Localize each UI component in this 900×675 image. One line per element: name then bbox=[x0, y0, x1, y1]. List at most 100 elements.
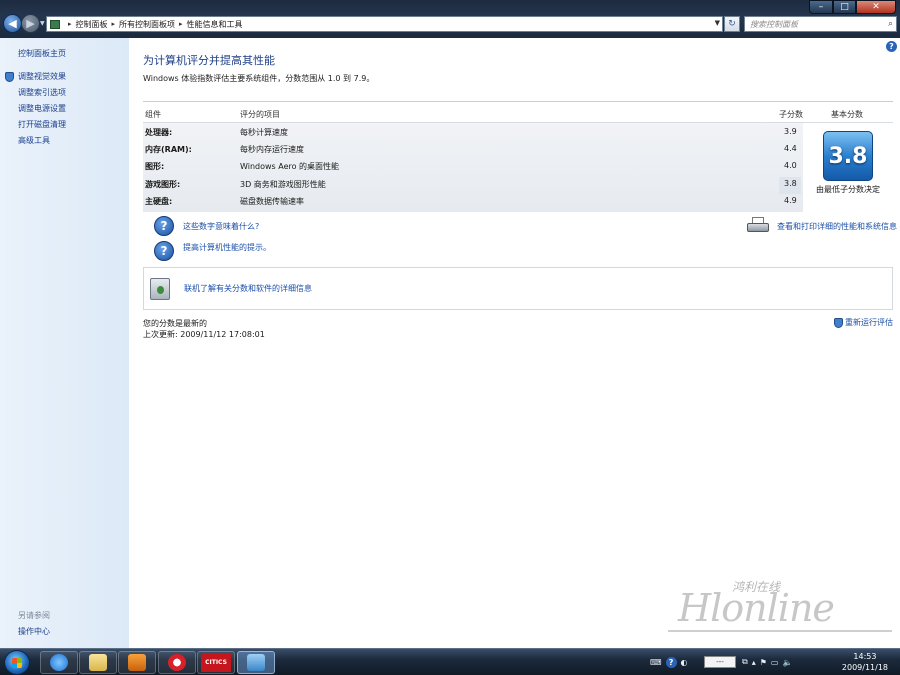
search-icon[interactable]: ⌕ bbox=[888, 19, 893, 29]
row-gaming-graphics-subscore: 3.8 bbox=[784, 179, 797, 188]
sidebar-item-disk-cleanup[interactable]: 打开磁盘清理 bbox=[18, 119, 66, 130]
breadcrumb-control-panel[interactable]: 控制面板 bbox=[76, 19, 108, 30]
chevron-up-icon[interactable]: ▴ bbox=[752, 658, 756, 667]
watermark: 鸿利在线 Hlonline bbox=[668, 572, 896, 642]
online-details-link[interactable]: 联机了解有关分数和软件的详细信息 bbox=[184, 283, 312, 294]
refresh-icon: ↻ bbox=[728, 19, 736, 29]
language-bar[interactable]: --- bbox=[704, 656, 736, 668]
row-graphics-subscore: 4.0 bbox=[784, 161, 797, 170]
view-print-details-link[interactable]: 查看和打印详细的性能和系统信息 bbox=[777, 221, 897, 232]
address-bar[interactable]: ▸ 控制面板 ▸ 所有控制面板项 ▸ 性能信息和工具 ▼ bbox=[46, 16, 723, 32]
flag-icon[interactable]: ⚑ bbox=[760, 658, 767, 667]
citics-logo-icon: CITICS bbox=[201, 653, 231, 672]
base-score-caption: 由最低子分数决定 bbox=[816, 185, 880, 194]
left-task-pane: 控制面板主页 调整视觉效果 调整索引选项 调整电源设置 打开磁盘清理 高级工具 … bbox=[0, 38, 129, 648]
taskbar-media-player-button[interactable] bbox=[118, 651, 156, 674]
breadcrumb-separator: ▸ bbox=[111, 20, 116, 28]
window-controls: – □ ✕ bbox=[809, 0, 896, 14]
row-processor-item: 每秒计算速度 bbox=[240, 128, 288, 137]
row-gaming-graphics-item: 3D 商务和游戏图形性能 bbox=[240, 180, 326, 189]
back-arrow-icon: ◀ bbox=[8, 17, 17, 30]
shield-icon bbox=[5, 72, 14, 82]
row-hard-disk-item: 磁盘数据传输速率 bbox=[240, 197, 304, 206]
row-processor-subscore: 3.9 bbox=[784, 127, 797, 136]
taskbar-explorer-button[interactable] bbox=[79, 651, 117, 674]
network-icon[interactable]: ⧉ bbox=[742, 657, 748, 667]
control-panel-icon bbox=[50, 19, 60, 29]
search-placeholder: 搜索控制面板 bbox=[750, 19, 798, 29]
header-rated-item: 评分的项目 bbox=[240, 110, 280, 119]
taskbar: CITICS ⌨ ? ◐ --- ⧉ ▴ ⚑ ▭ 🔈 14:53 2009/11… bbox=[0, 648, 900, 675]
folder-icon bbox=[89, 654, 107, 671]
shield-icon bbox=[834, 317, 843, 328]
score-status: 您的分数是最新的 bbox=[143, 319, 207, 328]
header-base-score: 基本分数 bbox=[831, 110, 863, 119]
ime-icon[interactable]: ◐ bbox=[681, 658, 688, 667]
software-info-icon bbox=[150, 278, 170, 300]
rerun-assessment-label: 重新运行评估 bbox=[845, 318, 893, 327]
row-memory-label: 内存(RAM): bbox=[145, 145, 192, 154]
page-description: Windows 体验指数评估主要系统组件，分数范围从 1.0 到 7.9。 bbox=[143, 74, 375, 83]
watermark-logo: Hlonline bbox=[678, 586, 835, 630]
search-input[interactable]: 搜索控制面板 ⌕ bbox=[744, 16, 897, 32]
taskbar-huawei-button[interactable] bbox=[158, 651, 196, 674]
what-do-numbers-mean-link[interactable]: 这些数字意味着什么? bbox=[183, 221, 259, 232]
forward-arrow-icon: ▶ bbox=[26, 17, 35, 30]
rerun-assessment-button[interactable]: 重新运行评估 bbox=[834, 317, 893, 328]
sidebar-item-action-center[interactable]: 操作中心 bbox=[18, 626, 50, 637]
notification-area: ⧉ ▴ ⚑ ▭ 🔈 bbox=[742, 653, 792, 671]
help-icon[interactable]: ? bbox=[665, 656, 677, 668]
row-gaming-graphics-label: 游戏图形: bbox=[145, 180, 181, 189]
refresh-button[interactable]: ↻ bbox=[724, 16, 740, 32]
sidebar-item-advanced-tools[interactable]: 高级工具 bbox=[18, 135, 50, 146]
control-panel-icon bbox=[247, 654, 265, 671]
main-content: ? 为计算机评分并提高其性能 Windows 体验指数评估主要系统组件，分数范围… bbox=[129, 38, 900, 648]
taskbar-control-panel-button[interactable] bbox=[237, 651, 275, 674]
row-graphics-item: Windows Aero 的桌面性能 bbox=[240, 162, 340, 171]
taskbar-ie-button[interactable] bbox=[40, 651, 78, 674]
row-memory-subscore: 4.4 bbox=[784, 144, 797, 153]
start-button[interactable] bbox=[4, 650, 30, 675]
sidebar-item-indexing[interactable]: 调整索引选项 bbox=[18, 87, 66, 98]
taskbar-citics-button[interactable]: CITICS bbox=[197, 651, 235, 674]
clock[interactable]: 14:53 2009/11/18 bbox=[842, 651, 888, 673]
title-bar: – □ ✕ ◀ ▶ ▼ ▸ 控制面板 ▸ 所有控制面板项 ▸ 性能信息和工具 ▼… bbox=[0, 0, 900, 38]
back-button[interactable]: ◀ bbox=[3, 14, 22, 33]
breadcrumb-performance[interactable]: 性能信息和工具 bbox=[187, 19, 243, 30]
minimize-button[interactable]: – bbox=[809, 0, 833, 14]
media-player-icon bbox=[128, 654, 146, 671]
row-hard-disk-label: 主硬盘: bbox=[145, 197, 173, 206]
clock-time: 14:53 bbox=[853, 652, 877, 661]
keyboard-icon[interactable]: ⌨ bbox=[650, 658, 662, 667]
forward-button[interactable]: ▶ bbox=[21, 14, 40, 33]
breadcrumb-separator: ▸ bbox=[68, 20, 72, 28]
sidebar-item-power[interactable]: 调整电源设置 bbox=[18, 103, 66, 114]
maximize-button[interactable]: □ bbox=[833, 0, 856, 14]
close-button[interactable]: ✕ bbox=[856, 0, 896, 14]
question-icon: ? bbox=[154, 241, 174, 261]
score-table: 组件 评分的项目 子分数 基本分数 处理器: 每秒计算速度 3.9 内存(RAM… bbox=[143, 101, 893, 213]
huawei-logo-icon bbox=[168, 654, 186, 671]
row-processor-label: 处理器: bbox=[145, 128, 173, 137]
clock-date: 2009/11/18 bbox=[841, 663, 888, 672]
display-icon[interactable]: ▭ bbox=[771, 658, 779, 667]
question-icon: ? bbox=[154, 216, 174, 236]
page-title: 为计算机评分并提高其性能 bbox=[143, 54, 275, 67]
header-subscore: 子分数 bbox=[779, 110, 803, 119]
online-info-box: 联机了解有关分数和软件的详细信息 bbox=[143, 267, 893, 310]
performance-tips-link[interactable]: 提高计算机性能的提示。 bbox=[183, 242, 271, 253]
system-tray: ⌨ ? ◐ bbox=[650, 653, 688, 671]
breadcrumb-separator: ▸ bbox=[179, 20, 183, 28]
watermark-underline bbox=[668, 630, 892, 632]
help-icon[interactable]: ? bbox=[886, 41, 897, 52]
sidebar-item-visual-effects[interactable]: 调整视觉效果 bbox=[18, 71, 66, 82]
breadcrumb-all-items[interactable]: 所有控制面板项 bbox=[119, 19, 175, 30]
header-component: 组件 bbox=[145, 110, 161, 119]
sidebar-item-home[interactable]: 控制面板主页 bbox=[18, 48, 66, 59]
see-also-heading: 另请参阅 bbox=[18, 611, 50, 620]
score-table-body: 处理器: 每秒计算速度 3.9 内存(RAM): 每秒内存运行速度 4.4 图形… bbox=[143, 122, 893, 213]
address-dropdown-icon[interactable]: ▼ bbox=[715, 19, 720, 27]
recent-pages-dropdown-icon[interactable]: ▼ bbox=[40, 20, 45, 27]
volume-icon[interactable]: 🔈 bbox=[782, 658, 792, 667]
base-score-badge: 3.8 bbox=[823, 131, 873, 181]
